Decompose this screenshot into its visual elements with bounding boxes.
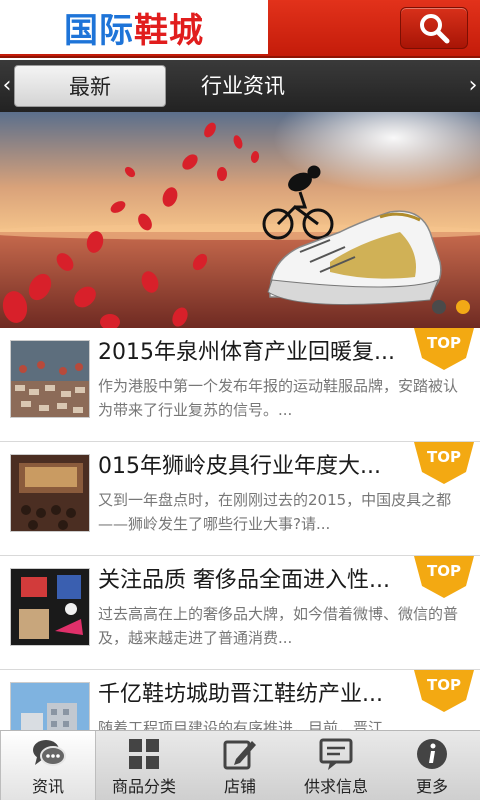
message-icon: [319, 738, 353, 770]
search-button[interactable]: [400, 7, 468, 49]
carousel-dot-1[interactable]: [432, 300, 446, 314]
news-summary: 随着工程项目建设的有序推进，目前，晋江...: [98, 719, 398, 730]
svg-text:TOP: TOP: [427, 676, 461, 694]
news-summary: 作为港股中第一个发布年报的运动鞋服品牌，安踏被认为带来了行业复苏的信号。...: [98, 377, 458, 419]
news-title: 015年狮岭皮具行业年度大...: [98, 454, 381, 479]
svg-text:TOP: TOP: [427, 448, 461, 466]
news-thumbnail: [10, 340, 90, 418]
carousel-indicators: [432, 300, 470, 314]
search-icon: [420, 14, 450, 44]
grid-icon: [129, 739, 159, 769]
nav-label: 商品分类: [111, 777, 176, 796]
tab-latest[interactable]: 最新: [14, 65, 166, 107]
tab-industry-news[interactable]: 行业资讯: [180, 65, 306, 107]
nav-supply-demand[interactable]: 供求信息: [288, 731, 384, 800]
top-badge-icon: TOP: [414, 328, 474, 370]
news-title: 2015年泉州体育产业回暖复...: [98, 340, 395, 365]
list-item[interactable]: 千亿鞋坊城助晋江鞋纺产业... 随着工程项目建设的有序推进，目前，晋江... T…: [0, 670, 480, 730]
news-title: 千亿鞋坊城助晋江鞋纺产业...: [98, 682, 383, 707]
nav-categories[interactable]: 商品分类: [96, 731, 192, 800]
nav-label: 更多: [415, 777, 448, 796]
logo-text-part2: 鞋城: [134, 10, 204, 51]
news-thumbnail: [10, 454, 90, 532]
nav-label: 资讯: [31, 777, 64, 796]
info-icon: [417, 739, 447, 769]
carousel-dot-2-active[interactable]: [456, 300, 470, 314]
news-thumbnail: [10, 682, 90, 730]
svg-text:TOP: TOP: [427, 334, 461, 352]
news-summary: 又到一年盘点时，在刚刚过去的2015，中国皮具之都——狮岭发生了哪些行业大事?请…: [98, 491, 452, 533]
banner-carousel[interactable]: [0, 112, 480, 328]
site-logo[interactable]: 国际 鞋城: [0, 0, 268, 54]
banner-image: [0, 112, 480, 328]
top-badge-icon: TOP: [414, 556, 474, 598]
tab-scroll-left-icon[interactable]: ‹: [0, 60, 14, 112]
nav-label: 供求信息: [303, 777, 368, 796]
list-item[interactable]: 015年狮岭皮具行业年度大... 又到一年盘点时，在刚刚过去的2015，中国皮具…: [0, 442, 480, 556]
category-tab-bar: ‹ 最新 行业资讯 ›: [0, 60, 480, 112]
top-badge-icon: TOP: [414, 442, 474, 484]
list-item[interactable]: 2015年泉州体育产业回暖复... 作为港股中第一个发布年报的运动鞋服品牌，安踏…: [0, 328, 480, 442]
nav-shops[interactable]: 店铺: [192, 731, 288, 800]
svg-text:TOP: TOP: [427, 562, 461, 580]
list-item[interactable]: 关注品质 奢侈品全面进入性... 过去高高在上的奢侈品大牌，如今借着微博、微信的…: [0, 556, 480, 670]
edit-icon: [223, 740, 256, 770]
chat-bubbles-icon: [33, 740, 66, 766]
bottom-navigation: 资讯 商品分类 店铺 供求信息 更多: [0, 730, 480, 800]
news-thumbnail: [10, 568, 90, 646]
nav-news[interactable]: 资讯: [0, 731, 96, 800]
nav-label: 店铺: [223, 777, 256, 796]
news-summary: 过去高高在上的奢侈品大牌，如今借着微博、微信的普及，越来越走进了普通消费...: [98, 605, 458, 647]
nav-more[interactable]: 更多: [384, 731, 480, 800]
header-bar: 国际 鞋城: [0, 0, 480, 58]
news-list: 2015年泉州体育产业回暖复... 作为港股中第一个发布年报的运动鞋服品牌，安踏…: [0, 328, 480, 730]
top-badge-icon: TOP: [414, 670, 474, 712]
news-title: 关注品质 奢侈品全面进入性...: [98, 568, 390, 593]
logo-text-part1: 国际: [64, 10, 134, 51]
tab-scroll-right-icon[interactable]: ›: [466, 60, 480, 112]
